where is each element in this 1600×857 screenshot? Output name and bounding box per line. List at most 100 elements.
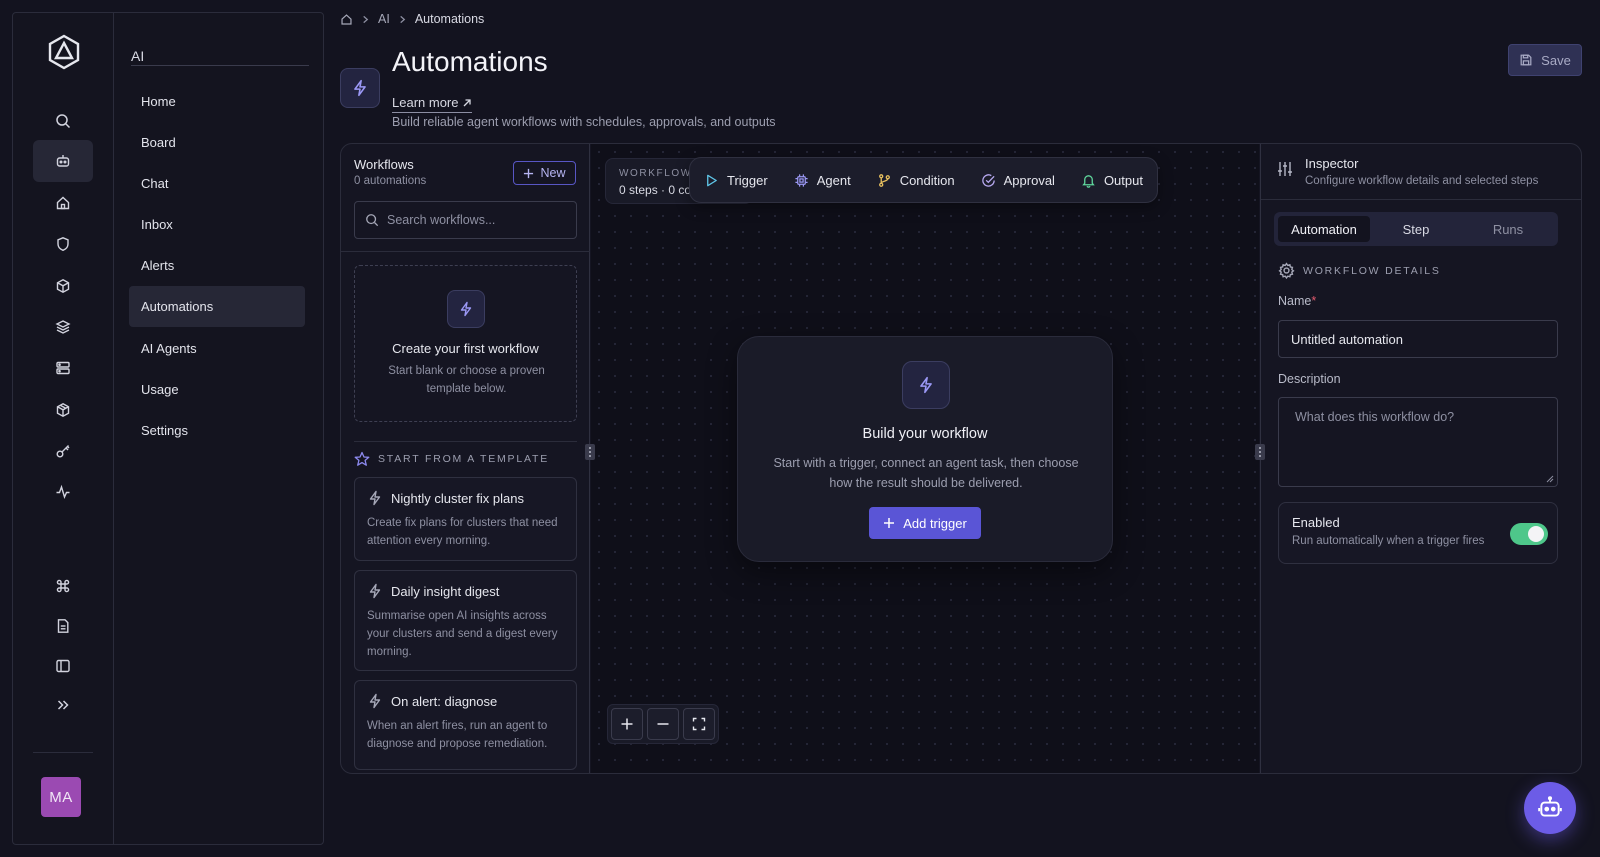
external-link-icon (462, 98, 472, 108)
template-card[interactable]: Nightly cluster fix plans Create fix pla… (354, 477, 577, 561)
shield-icon[interactable] (33, 223, 93, 265)
workflow-details-label: WORKFLOW DETAILS (1303, 264, 1441, 277)
add-condition-step-button[interactable]: Condition (877, 173, 955, 188)
enabled-description: Run automatically when a trigger fires (1292, 535, 1485, 547)
expand-icon[interactable] (33, 684, 93, 726)
cube-icon[interactable] (33, 265, 93, 307)
template-card[interactable]: Daily insight digest Summarise open AI i… (354, 570, 577, 671)
divider (1261, 199, 1581, 200)
sidebar-item-ai-agents[interactable]: AI Agents (129, 328, 305, 369)
package-icon[interactable] (33, 389, 93, 431)
bolt-icon (447, 290, 485, 328)
avatar[interactable]: MA (41, 777, 81, 817)
workflow-details-heading: WORKFLOW DETAILS (1278, 262, 1441, 279)
activity-icon[interactable] (33, 471, 93, 513)
sidebar-item-board[interactable]: Board (129, 122, 305, 163)
layers-icon[interactable] (33, 306, 93, 348)
breadcrumb-link[interactable]: AI (378, 12, 390, 26)
logo-icon[interactable] (45, 33, 83, 71)
zoom-in-button[interactable] (611, 708, 643, 740)
assistant-bot-button[interactable] (1524, 782, 1576, 834)
templates-heading-label: START FROM A TEMPLATE (378, 453, 550, 465)
build-description: Start with a trigger, connect an agent t… (773, 456, 1079, 490)
enabled-label: Enabled (1292, 515, 1340, 530)
key-icon[interactable] (33, 430, 93, 472)
name-field[interactable] (1278, 320, 1558, 358)
sliders-icon (1276, 160, 1294, 178)
zoom-out-button[interactable] (647, 708, 679, 740)
search-box (354, 201, 577, 239)
sidebar-item-chat[interactable]: Chat (129, 163, 305, 204)
workflows-title: Workflows (354, 157, 414, 172)
app-sidebar: MA AI Home Board Chat Inbox Alerts Autom… (12, 12, 324, 845)
sidebar-item-alerts[interactable]: Alerts (129, 245, 305, 286)
panel-resize-handle[interactable] (585, 444, 595, 460)
inspector-subtitle: Configure workflow details and selected … (1305, 175, 1539, 187)
add-trigger-button[interactable]: Add trigger (869, 507, 981, 539)
search-input[interactable] (387, 213, 567, 227)
sidebar-item-automations[interactable]: Automations (129, 286, 305, 327)
nav-section-title: AI (131, 48, 145, 64)
tab-runs[interactable]: Runs (1462, 216, 1554, 242)
add-trigger-label: Add trigger (903, 515, 967, 531)
panel-icon[interactable] (33, 645, 93, 687)
cpu-icon (794, 173, 809, 188)
sidebar-item-usage[interactable]: Usage (129, 369, 305, 410)
add-trigger-step-button[interactable]: Trigger (704, 173, 768, 188)
workflows-panel: Workflows 0 automations New Create your … (341, 144, 590, 773)
description-field[interactable] (1278, 397, 1558, 487)
bell-icon (1081, 173, 1096, 188)
document-icon[interactable] (33, 605, 93, 647)
learn-more-link[interactable]: Learn more (392, 95, 473, 113)
new-workflow-button[interactable]: New (513, 161, 576, 185)
save-button[interactable]: Save (1508, 44, 1582, 76)
add-approval-step-button[interactable]: Approval (981, 173, 1055, 188)
chevron-right-icon (361, 15, 370, 24)
sidebar-item-inbox[interactable]: Inbox (129, 204, 305, 245)
build-title: Build your workflow (862, 426, 988, 442)
play-icon (704, 173, 719, 188)
tab-step[interactable]: Step (1370, 216, 1462, 242)
sidebar-item-settings[interactable]: Settings (129, 410, 305, 451)
plus-icon (883, 517, 895, 529)
resize-grip-icon[interactable] (1546, 475, 1554, 483)
create-workflow-card[interactable]: Create your first workflow Start blank o… (354, 265, 577, 422)
page-title: Automations (392, 46, 548, 77)
search-icon[interactable] (33, 100, 93, 142)
template-card[interactable]: On alert: diagnose When an alert fires, … (354, 680, 577, 770)
workflow-meta-value: 0 steps · 0 co (619, 183, 692, 197)
sidebar-item-home[interactable]: Home (129, 81, 305, 122)
tool-label: Trigger (727, 172, 768, 188)
bot-icon[interactable] (33, 140, 93, 182)
command-icon[interactable] (33, 565, 93, 607)
bolt-icon (367, 490, 383, 506)
star-icon (354, 451, 370, 467)
maximize-icon (692, 717, 706, 731)
nav-divider (131, 65, 309, 66)
toggle-knob (1528, 526, 1544, 542)
tool-label: Approval (1003, 172, 1055, 188)
minus-icon (657, 723, 669, 725)
panel-resize-handle[interactable] (1255, 444, 1265, 460)
fit-view-button[interactable] (683, 708, 715, 740)
tool-label: Agent (816, 172, 851, 188)
tab-automation[interactable]: Automation (1278, 216, 1370, 242)
inspector-panel: Inspector Configure workflow details and… (1260, 144, 1581, 773)
learn-more-label: Learn more (392, 95, 459, 110)
workflow-canvas[interactable]: WORKFLOW 0 steps · 0 co Trigger Agent Co… (591, 144, 1259, 773)
plus-icon (621, 718, 633, 730)
new-label: New (540, 166, 566, 180)
enabled-toggle[interactable] (1510, 523, 1548, 545)
bot-icon (1537, 795, 1563, 821)
home-icon[interactable] (340, 13, 353, 26)
workflows-count: 0 automations (354, 175, 427, 187)
enabled-setting: Enabled Run automatically when a trigger… (1278, 502, 1558, 564)
name-label: Name* (1278, 294, 1316, 308)
home-icon[interactable] (33, 182, 93, 224)
add-output-step-button[interactable]: Output (1081, 173, 1143, 188)
add-agent-step-button[interactable]: Agent (794, 173, 851, 188)
empty-title: Create your first workflow (392, 341, 539, 356)
inspector-title: Inspector (1305, 156, 1359, 171)
empty-description: Start blank or choose a proven template … (388, 365, 545, 395)
server-icon[interactable] (33, 347, 93, 389)
